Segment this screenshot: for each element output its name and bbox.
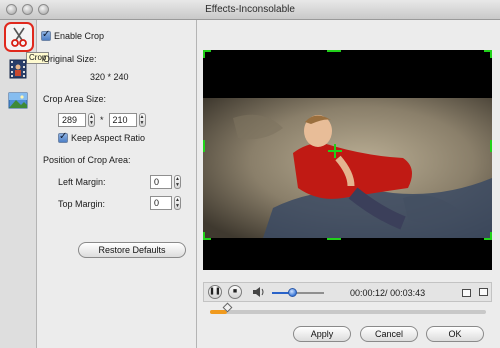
- window-mode-icon[interactable]: [462, 289, 471, 297]
- window-title: Effects-Inconsolable: [205, 4, 295, 15]
- current-time: 00:00:12: [350, 288, 386, 298]
- enable-crop-checkbox[interactable]: [41, 29, 51, 41]
- crop-guide-bottom-edge[interactable]: [327, 238, 341, 240]
- crop-guide-bottom-left[interactable]: [203, 232, 211, 240]
- crop-tool-button[interactable]: [4, 22, 34, 52]
- left-margin-label: Left Margin:: [58, 177, 106, 187]
- stop-button[interactable]: ■: [228, 285, 242, 299]
- apply-button[interactable]: Apply: [293, 326, 351, 342]
- crop-height-field[interactable]: 210: [108, 113, 137, 127]
- picture-icon: [8, 92, 28, 109]
- crop-guide-top-edge[interactable]: [327, 50, 341, 52]
- left-margin-stepper[interactable]: ▲ ▼: [174, 175, 181, 189]
- stop-icon: ■: [232, 288, 238, 295]
- top-margin-stepper[interactable]: ▲ ▼: [174, 196, 181, 210]
- seek-bar-track[interactable]: [210, 310, 486, 314]
- size-separator: *: [100, 115, 104, 125]
- crop-guide-left-edge[interactable]: [203, 140, 205, 152]
- scissors-icon: [11, 27, 27, 47]
- video-frame: [203, 98, 492, 238]
- title-bar: Effects-Inconsolable: [0, 0, 500, 20]
- volume-slider-knob[interactable]: [287, 288, 297, 297]
- original-size-value: 320 * 240: [90, 72, 129, 82]
- crop-guide-top-left[interactable]: [203, 50, 211, 58]
- cancel-button[interactable]: Cancel: [360, 326, 418, 342]
- original-size-label: Original Size:: [43, 54, 97, 64]
- crop-guide-top-right[interactable]: [484, 50, 492, 58]
- total-time: 00:03:43: [390, 288, 426, 298]
- crop-height-stepper[interactable]: ▲ ▼: [138, 113, 146, 127]
- pause-button[interactable]: ❚❚: [208, 285, 222, 299]
- crop-settings-panel: Enable Crop Original Size: 320 * 240 Cro…: [38, 20, 196, 348]
- keep-aspect-row[interactable]: Keep Aspect Ratio: [58, 131, 146, 143]
- playback-controls: ❚❚ ■ 00:00:12/ 00:03:43: [203, 282, 492, 302]
- crop-guide-bottom-right[interactable]: [484, 232, 492, 240]
- picture-tool-button[interactable]: [5, 88, 31, 114]
- top-margin-label: Top Margin:: [58, 199, 106, 209]
- crop-area-size-label: Crop Area Size:: [43, 94, 107, 104]
- left-margin-field[interactable]: 0: [150, 175, 172, 189]
- keep-aspect-checkbox[interactable]: [58, 131, 68, 143]
- film-strip-icon: [9, 59, 27, 79]
- crop-width-field[interactable]: 289: [58, 113, 86, 127]
- seek-bar-progress: [210, 310, 227, 314]
- volume-icon[interactable]: [252, 286, 266, 298]
- enable-crop-row[interactable]: Enable Crop: [41, 29, 105, 41]
- top-margin-field[interactable]: 0: [150, 196, 172, 210]
- crop-position-label: Position of Crop Area:: [43, 155, 131, 165]
- fullscreen-icon[interactable]: [479, 288, 488, 296]
- video-preview: [203, 50, 492, 270]
- enable-crop-label: Enable Crop: [54, 31, 105, 41]
- video-content-image: [203, 98, 492, 238]
- restore-defaults-button[interactable]: Restore Defaults: [78, 242, 186, 258]
- tool-sidebar: Crop: [0, 20, 50, 348]
- crop-guide-right-edge[interactable]: [490, 140, 492, 152]
- ok-button[interactable]: OK: [426, 326, 484, 342]
- pause-icon: ❚❚: [209, 288, 221, 295]
- crop-center-marker-h: [328, 150, 342, 152]
- keep-aspect-label: Keep Aspect Ratio: [71, 133, 146, 143]
- crop-width-stepper[interactable]: ▲ ▼: [88, 113, 95, 127]
- effect-tool-button[interactable]: [5, 56, 31, 82]
- time-display: 00:00:12/ 00:03:43: [350, 288, 425, 298]
